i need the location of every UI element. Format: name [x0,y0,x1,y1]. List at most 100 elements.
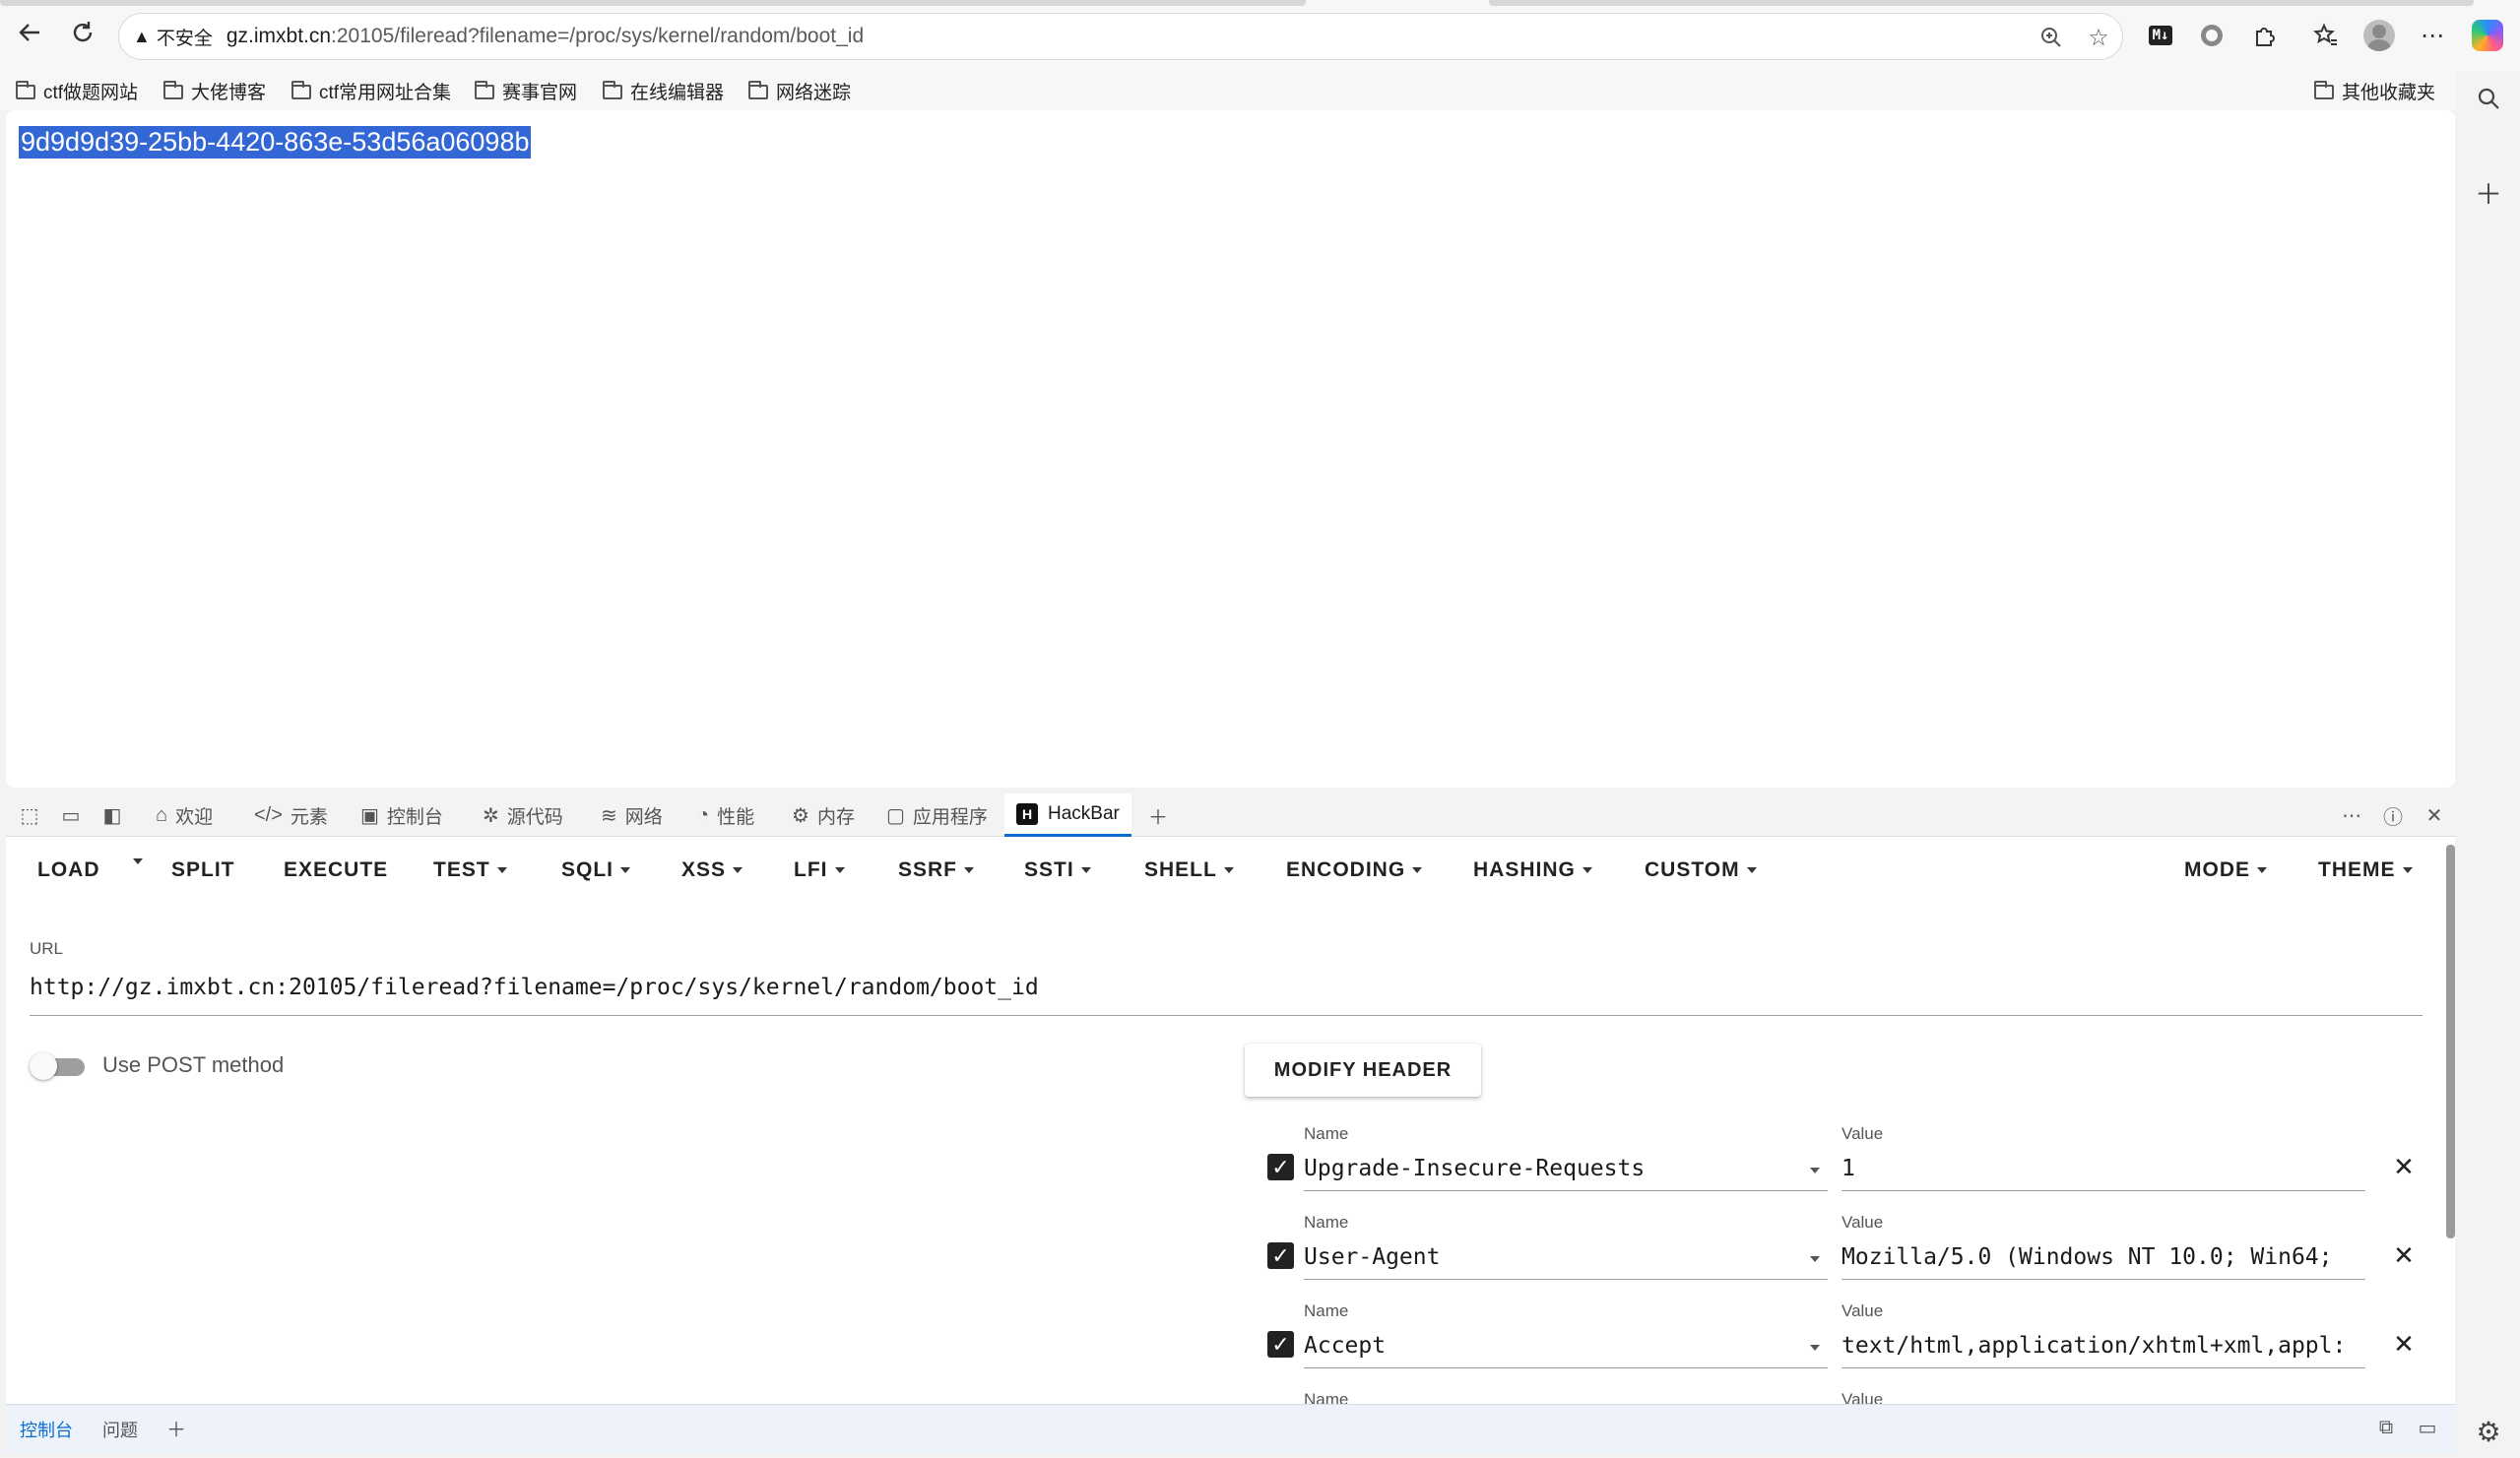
split-button[interactable]: SPLIT [171,858,235,882]
bookmark-label: 网络迷踪 [776,82,852,103]
console-icon: ▣ [360,804,379,827]
tab-console[interactable]: ▣ 控制台 [360,793,443,837]
lfi-menu[interactable]: LFI [794,858,845,882]
star-icon[interactable]: ☆ [2083,22,2114,53]
dock-side-icon[interactable]: ◧ [97,799,128,831]
sqli-menu[interactable]: SQLI [561,858,631,882]
tab-label: 欢迎 [175,806,214,828]
other-bookmarks-folder[interactable]: 其他收藏夹 [2314,71,2435,110]
undock-icon[interactable]: ⧉ [2371,1413,2401,1442]
header-row: Name Value [1257,1390,2419,1404]
bookmark-label: 赛事官网 [502,82,578,103]
tab-hackbar[interactable]: H HackBar [1004,793,1131,837]
tab-label: 性能 [717,806,755,828]
device-emulation-icon[interactable]: ▭ [55,799,87,831]
tab-elements[interactable]: </> 元素 [254,793,328,837]
markdown-extension-icon[interactable]: M↓ [2141,16,2180,55]
gear-icon[interactable]: ⚙ [2469,1412,2508,1451]
dock-bottom-icon[interactable]: ▭ [2413,1413,2442,1442]
header-enabled-checkbox[interactable]: ✓ [1267,1154,1294,1180]
custom-menu[interactable]: CUSTOM [1645,858,1757,882]
scrollbar[interactable] [2446,845,2455,1238]
bookmark-folder[interactable]: 网络迷踪 [748,71,851,110]
shell-menu[interactable]: SHELL [1144,858,1234,882]
theme-menu[interactable]: THEME [2318,858,2413,882]
header-name-select[interactable]: User-Agent [1304,1236,1828,1280]
tab-performance[interactable]: ◔ 性能 [697,793,754,837]
extensions-icon[interactable] [2245,16,2285,55]
add-tab-icon[interactable]: ＋ [1142,799,1174,831]
tab-sources[interactable]: ✲ 源代码 [483,793,563,837]
header-name-text: Upgrade-Insecure-Requests [1304,1156,1646,1181]
header-name-select[interactable]: Accept [1304,1325,1828,1368]
header-enabled-checkbox[interactable]: ✓ [1267,1242,1294,1269]
inspect-icon[interactable]: ⬚ [14,799,45,831]
zoom-icon[interactable] [2035,22,2067,53]
header-enabled-checkbox[interactable]: ✓ [1267,1331,1294,1358]
ssti-menu[interactable]: SSTI [1024,858,1091,882]
tab-strip-edge [0,0,1306,6]
drawer-tab-console[interactable]: 控制台 [20,1417,73,1442]
copilot-icon[interactable] [2468,16,2507,55]
bookmark-folder[interactable]: ctf常用网址合集 [291,71,451,110]
record-extension-icon[interactable] [2192,16,2231,55]
address-bar[interactable]: ▲ 不安全 gz.imxbt.cn:20105/fileread?filenam… [118,13,2123,60]
close-icon[interactable]: ✕ [2419,799,2450,831]
folder-icon [748,80,768,99]
hackbar-icon: H [1016,802,1038,825]
gauge-icon: ◔ [697,803,710,826]
url-input[interactable]: http://gz.imxbt.cn:20105/fileread?filena… [30,965,2423,1016]
caret-down-icon [1582,867,1592,873]
mode-menu[interactable]: MODE [2184,858,2267,882]
theme-label: THEME [2318,858,2396,881]
hashing-menu[interactable]: HASHING [1473,858,1592,882]
bookmark-folder[interactable]: ctf做题网站 [16,71,138,110]
address-url[interactable]: gz.imxbt.cn:20105/fileread?filename=/pro… [226,25,864,48]
close-icon[interactable]: ✕ [2389,1329,2419,1359]
close-icon[interactable]: ✕ [2389,1152,2419,1181]
tab-network[interactable]: ≋ 网络 [601,793,663,837]
xss-menu[interactable]: XSS [681,858,743,882]
bookmark-folder[interactable]: 在线编辑器 [603,71,724,110]
help-icon[interactable]: ⓘ [2377,799,2409,831]
add-icon[interactable]: ＋ [2469,173,2508,213]
header-value-input[interactable]: 1 [1842,1148,2365,1191]
back-button[interactable] [10,16,49,55]
drawer-tab-issues[interactable]: 问题 [102,1417,138,1442]
test-menu[interactable]: TEST [433,858,507,882]
ssti-label: SSTI [1024,858,1074,881]
header-name-text: User-Agent [1304,1244,1441,1270]
tab-label: 元素 [290,806,328,828]
profile-avatar[interactable] [2359,16,2399,55]
header-name-label: Name [1304,1301,1349,1320]
execute-button[interactable]: EXECUTE [284,858,388,882]
security-indicator[interactable]: ▲ 不安全 [133,24,226,50]
tab-memory[interactable]: ⚙ 内存 [792,793,855,837]
edge-sidebar: ＋ ⚙ [2457,71,2520,1458]
tab-welcome[interactable]: ⌂ 欢迎 [156,793,213,837]
page-viewport: 9d9d9d39-25bb-4420-863e-53d56a06098b [6,110,2455,788]
more-options-icon[interactable]: ⋯ [2336,799,2367,831]
load-button[interactable]: LOAD [37,858,100,882]
modify-header-button[interactable]: MODIFY HEADER [1245,1044,1481,1097]
more-menu-icon[interactable]: ⋯ [2413,16,2452,55]
search-icon[interactable] [2469,79,2508,118]
bookmark-folder[interactable]: 大佬博客 [163,71,266,110]
reload-button[interactable] [63,16,102,55]
header-value-label: Value [1842,1390,1884,1404]
close-icon[interactable]: ✕ [2389,1240,2419,1270]
tab-application[interactable]: ▢ 应用程序 [886,793,988,837]
ssrf-menu[interactable]: SSRF [898,858,975,882]
header-name-select[interactable]: Upgrade-Insecure-Requests [1304,1148,1828,1191]
header-value-input[interactable]: Mozilla/5.0 (Windows NT 10.0; Win64; [1842,1236,2365,1280]
caret-down-icon [1412,867,1423,873]
post-method-toggle[interactable] [30,1051,89,1081]
boot-id-text[interactable]: 9d9d9d39-25bb-4420-863e-53d56a06098b [19,126,532,158]
bookmark-folder[interactable]: 赛事官网 [475,71,577,110]
favorites-icon[interactable] [2306,16,2346,55]
add-icon[interactable]: ＋ [162,1413,191,1442]
encoding-menu[interactable]: ENCODING [1286,858,1423,882]
load-dropdown-button[interactable] [126,858,143,864]
header-value-input[interactable]: text/html,application/xhtml+xml,appl: [1842,1325,2365,1368]
header-name-label: Name [1304,1390,1349,1404]
